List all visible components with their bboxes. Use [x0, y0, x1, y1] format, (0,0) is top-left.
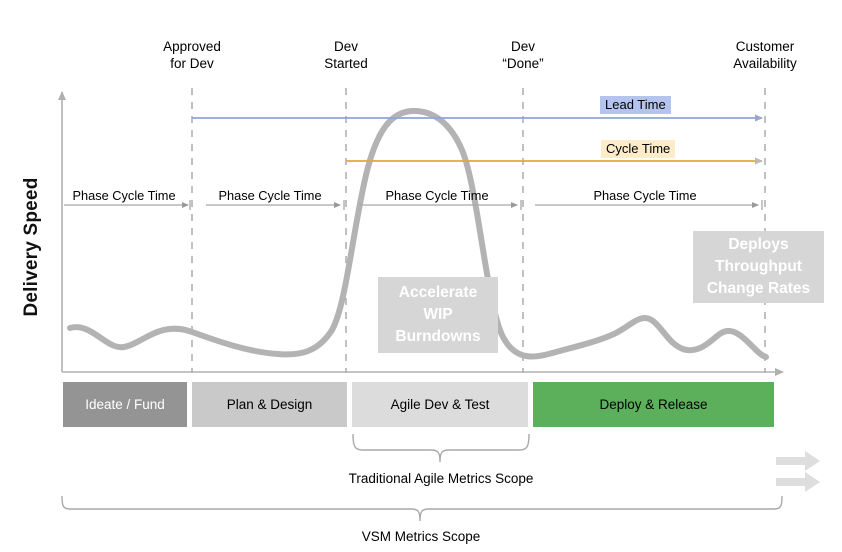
phase-cycle-time-label-3: Phase Cycle Time: [385, 188, 489, 203]
milestone-label-dev-started: Dev Started: [324, 39, 368, 71]
y-axis-title: Delivery Speed: [21, 177, 42, 317]
phase-bar-label-agile-dev-test: Agile Dev & Test: [390, 397, 490, 412]
diagram-canvas: Delivery Speed Approved for Dev Dev Star…: [0, 0, 842, 552]
phase-cycle-time-label-1: Phase Cycle Time: [72, 188, 176, 203]
callout-deploys-throughput-change-rates: Deploys Throughput Change Rates: [693, 231, 824, 303]
bracket-traditional-agile: [352, 433, 530, 463]
scope-label-traditional-agile: Traditional Agile Metrics Scope: [348, 471, 534, 486]
callout-accelerate-wip-burndowns: Accelerate WIP Burndowns: [378, 277, 498, 353]
scope-label-vsm: VSM Metrics Scope: [361, 529, 481, 544]
milestone-label-customer-availability: Customer Availability: [733, 39, 797, 71]
phase-bar-deploy-release[interactable]: Deploy & Release: [533, 382, 774, 427]
progress-arrow-upper: [776, 451, 820, 471]
phase-bar-plan-design[interactable]: Plan & Design: [192, 382, 347, 427]
bracket-vsm: [61, 495, 783, 522]
progress-arrow-lower: [776, 472, 820, 492]
lead-time-label: Lead Time: [600, 96, 671, 114]
phase-cycle-time-label-2: Phase Cycle Time: [218, 188, 322, 203]
phase-bar-label-ideate-fund: Ideate / Fund: [85, 397, 165, 412]
phase-bar-label-deploy-release: Deploy & Release: [599, 397, 708, 412]
cycle-time-label: Cycle Time: [601, 140, 676, 158]
phase-bar-ideate-fund[interactable]: Ideate / Fund: [63, 382, 187, 427]
milestone-label-dev-done: Dev “Done”: [502, 39, 544, 71]
phase-bar-label-plan-design: Plan & Design: [226, 397, 313, 412]
phase-bar-agile-dev-test[interactable]: Agile Dev & Test: [352, 382, 528, 427]
milestone-label-approved-for-dev: Approved for Dev: [163, 39, 221, 71]
phase-cycle-time-label-4: Phase Cycle Time: [593, 188, 697, 203]
